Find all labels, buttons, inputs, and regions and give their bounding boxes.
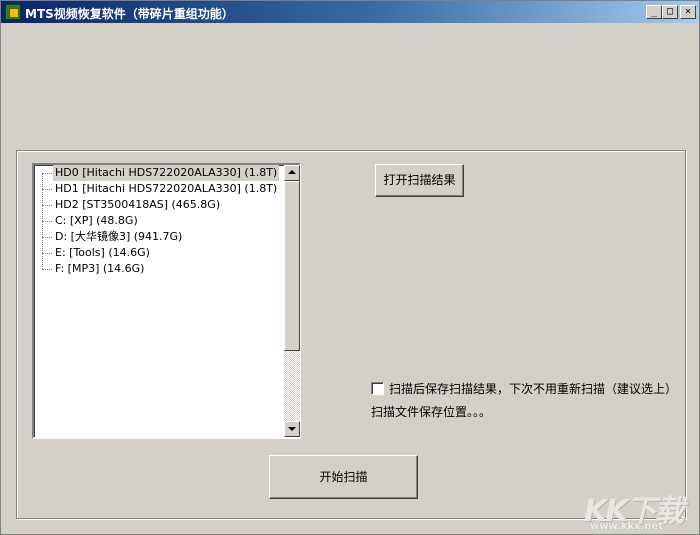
tree-item-drive-f[interactable]: F: [MP3] (14.6G) [42, 261, 282, 277]
watermark: KK下载 www.kkx.net [584, 486, 694, 532]
tree-item-label: E: [Tools] (14.6G) [55, 246, 150, 259]
tree-item-hd2[interactable]: HD2 [ST3500418AS] (465.8G) [42, 197, 282, 213]
app-icon[interactable] [5, 4, 21, 20]
tree-item-label: C: [XP] (48.8G) [55, 214, 138, 227]
tree-item-label: F: [MP3] (14.6G) [55, 262, 145, 275]
arrow-down-icon [288, 427, 296, 431]
tree-item-label: D: [大华镜像3] (941.7G) [55, 230, 183, 243]
scroll-down-button[interactable] [284, 421, 300, 437]
tree-item-drive-e[interactable]: E: [Tools] (14.6G) [42, 245, 282, 261]
tree-item-drive-d[interactable]: D: [大华镜像3] (941.7G) [42, 229, 282, 245]
scroll-thumb[interactable] [284, 181, 300, 351]
tree-scrollbar[interactable] [284, 165, 300, 437]
app-window: MTS视频恢复软件（带碎片重组功能） _ □ × HD0 [Hitachi HD… [0, 0, 700, 535]
scroll-up-button[interactable] [284, 165, 300, 181]
drive-tree[interactable]: HD0 [Hitachi HDS722020ALA330] (1.8T) HD1… [32, 163, 301, 439]
tree-item-hd1[interactable]: HD1 [Hitachi HDS722020ALA330] (1.8T) [42, 181, 282, 197]
watermark-url: www.kkx.net [590, 521, 664, 532]
tree-item-label: HD0 [Hitachi HDS722020ALA330] (1.8T) [53, 165, 280, 181]
save-scan-result-label[interactable]: 扫描后保存扫描结果，下次不用重新扫描（建议选上） [389, 380, 677, 397]
window-title: MTS视频恢复软件（带碎片重组功能） [25, 7, 234, 21]
maximize-button[interactable]: □ [662, 5, 678, 19]
title-bar[interactable]: MTS视频恢复软件（带碎片重组功能） _ □ × [1, 1, 699, 23]
tree-item-hd0[interactable]: HD0 [Hitachi HDS722020ALA330] (1.8T) [42, 165, 282, 181]
start-scan-button[interactable]: 开始扫描 [269, 455, 418, 499]
tree-item-drive-c[interactable]: C: [XP] (48.8G) [42, 213, 282, 229]
save-location-text: 扫描文件保存位置。。。 [371, 405, 492, 419]
drive-tree-list: HD0 [Hitachi HDS722020ALA330] (1.8T) HD1… [34, 165, 284, 437]
arrow-up-icon [288, 170, 296, 174]
save-scan-result-checkbox[interactable] [371, 382, 384, 395]
minimize-button[interactable]: _ [646, 5, 662, 19]
open-scan-result-button[interactable]: 打开扫描结果 [375, 164, 464, 197]
tree-item-label: HD1 [Hitachi HDS722020ALA330] (1.8T) [55, 182, 278, 195]
tree-item-label: HD2 [ST3500418AS] (465.8G) [55, 198, 221, 211]
close-button[interactable]: × [680, 5, 696, 19]
